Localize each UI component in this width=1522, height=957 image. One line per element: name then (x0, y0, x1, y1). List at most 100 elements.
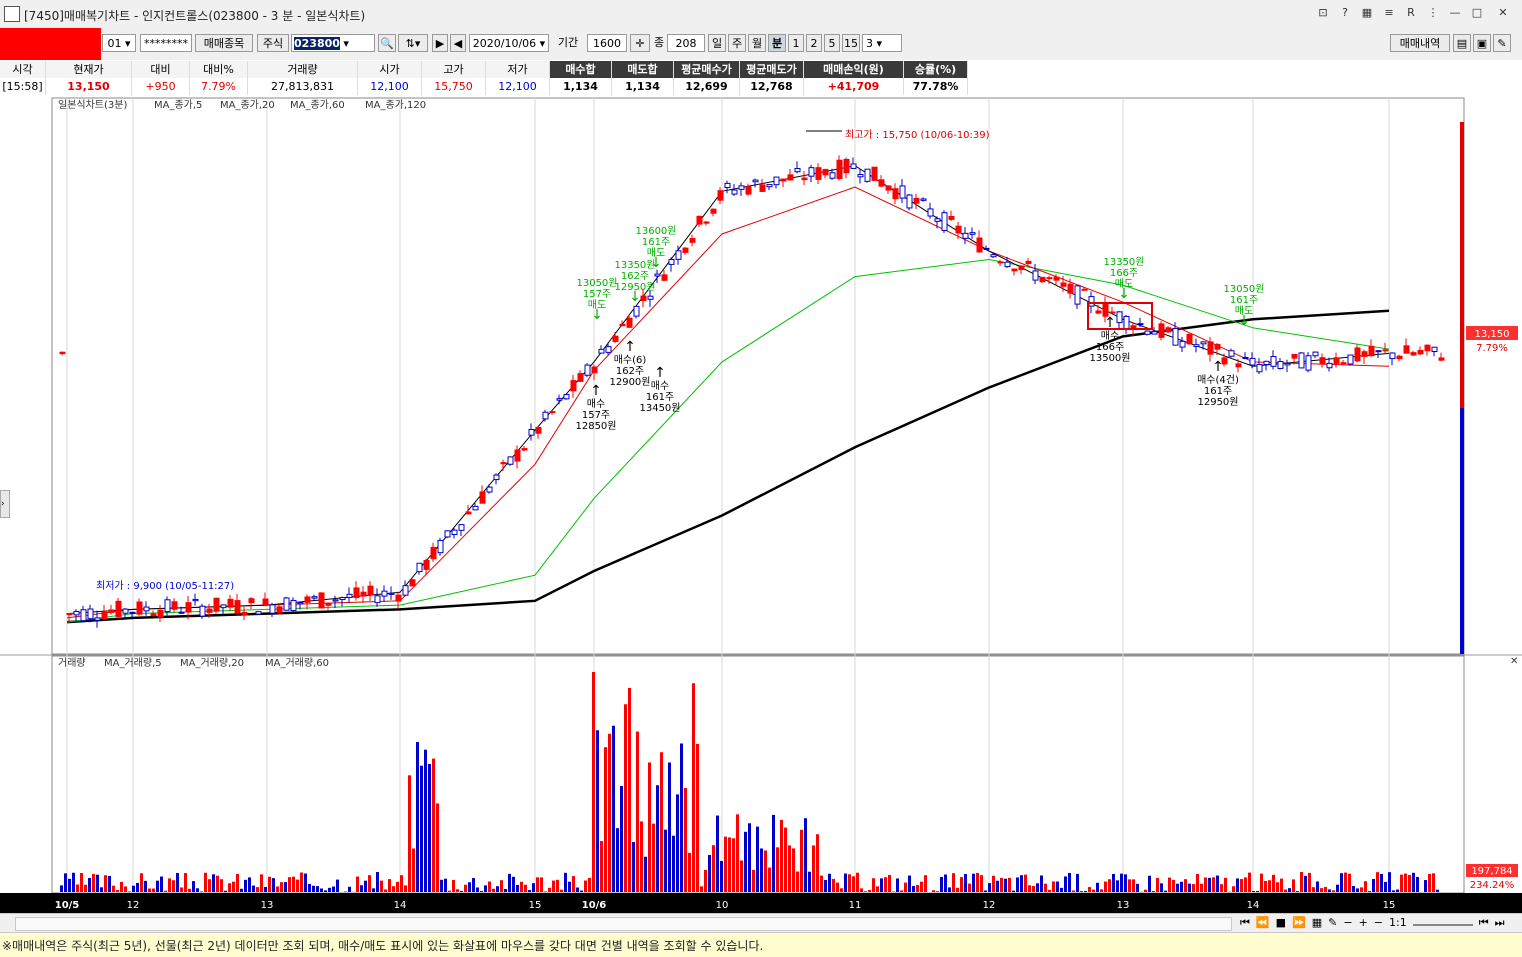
zoom-slider[interactable] (1413, 916, 1473, 926)
trade-symbol-button[interactable]: 매매종목 (195, 34, 253, 52)
zoom-minus-icon[interactable]: − (1374, 916, 1383, 930)
zoom-in-icon[interactable]: + (1359, 916, 1368, 930)
candle-body (844, 159, 849, 172)
candle-body (1425, 345, 1430, 351)
market-type-button[interactable]: 주식 (257, 34, 289, 52)
draw-icon[interactable]: ✎ (1328, 916, 1337, 930)
quote-header-11: 평균매도가 (740, 61, 804, 78)
sell-arrow-icon[interactable]: ↓ (650, 255, 662, 271)
tab-day[interactable]: 일 (708, 34, 726, 52)
volume-bar (664, 830, 667, 892)
stop-icon[interactable]: ■ (1276, 916, 1286, 930)
volume-bar (112, 886, 115, 892)
chart-icon[interactable]: ▦ (1358, 4, 1376, 22)
candle-body (1159, 324, 1164, 337)
volume-bar (1024, 875, 1027, 892)
forward-icon[interactable]: ⏩ (1292, 916, 1306, 930)
sell-arrow-icon[interactable]: ↓ (1238, 313, 1250, 329)
volume-bar (236, 874, 239, 892)
volume-bar (312, 886, 315, 892)
volume-bar (616, 828, 619, 892)
close-icon[interactable]: ✕ (1490, 4, 1516, 22)
volume-bar (140, 873, 143, 892)
chart-scrollbar[interactable]: ⏮ ⏪ ■ ⏩ ▦ ✎ − + − 1:1 ⏮ ⏭ (0, 913, 1522, 933)
crosshair-icon[interactable]: ✛ (630, 34, 650, 52)
period-input[interactable]: 1600 (587, 34, 627, 52)
account-select[interactable]: 01 ▾ (102, 34, 136, 52)
sell-arrow-icon[interactable]: ↓ (591, 307, 603, 323)
tf-15[interactable]: 15 (842, 34, 860, 52)
trade-history-button[interactable]: 매매내역 (1390, 34, 1450, 52)
buy-arrow-icon[interactable]: ↑ (654, 365, 666, 381)
save-icon[interactable]: ▣ (1473, 34, 1491, 52)
candle-body (914, 198, 919, 203)
x-axis-label: 11 (849, 900, 862, 911)
help-icon[interactable]: ? (1336, 4, 1354, 22)
tab-week[interactable]: 주 (728, 34, 746, 52)
grid-icon[interactable]: ▦ (1312, 916, 1322, 930)
volume-bar (1156, 878, 1159, 892)
volume-bar (672, 836, 675, 892)
volume-bar (104, 875, 107, 892)
tf-2[interactable]: 2 (806, 34, 822, 52)
candle-body (935, 219, 940, 222)
rewind-icon[interactable]: ⏪ (1256, 916, 1270, 930)
scroll-track[interactable] (15, 917, 1232, 931)
count-input[interactable]: 208 (667, 34, 705, 52)
date-input[interactable]: 2020/10/06 ▾ (469, 34, 549, 52)
candle-body (1390, 353, 1395, 359)
list-icon[interactable]: ≡ (1380, 4, 1398, 22)
tf-5[interactable]: 5 (824, 34, 840, 52)
sell-arrow-icon[interactable]: ↓ (629, 289, 641, 305)
sort-icon[interactable]: ⇅▾ (398, 34, 428, 52)
candle-body (802, 178, 807, 180)
scale-bar-down (1460, 408, 1464, 654)
candle-body (557, 399, 562, 401)
folder-icon[interactable]: ▤ (1453, 34, 1471, 52)
volume-bar (908, 876, 911, 892)
pin-icon[interactable]: ⊡ (1314, 4, 1332, 22)
refresh-icon[interactable]: R (1402, 4, 1420, 22)
chart-canvas[interactable]: 10/51213141510/6101112131415 13050원157주매… (0, 96, 1522, 913)
next-icon[interactable]: ▶ (432, 34, 448, 52)
volume-bar (604, 747, 607, 892)
candle-body (921, 199, 926, 200)
volume-bar (356, 877, 359, 892)
sell-arrow-icon[interactable]: ↓ (1118, 286, 1130, 302)
first-page-icon[interactable]: ⏮ (1240, 916, 1250, 930)
candle-body (550, 412, 555, 413)
tf-custom-select[interactable]: 3 ▾ (862, 34, 902, 52)
volume-bar (1128, 879, 1131, 892)
scroll-end-icon[interactable]: ⏭ (1495, 916, 1505, 930)
tf-1[interactable]: 1 (788, 34, 804, 52)
tab-month[interactable]: 월 (748, 34, 766, 52)
buy-arrow-icon[interactable]: ↑ (624, 339, 636, 355)
maximize-icon[interactable]: □ (1468, 4, 1486, 22)
volume-bar (384, 889, 387, 892)
buy-arrow-icon[interactable]: ↑ (1212, 359, 1224, 375)
volume-bar (388, 879, 391, 892)
prev-icon[interactable]: ◀ (450, 34, 466, 52)
volume-close-icon[interactable]: ✕ (1510, 656, 1518, 667)
tab-minute[interactable]: 분 (768, 34, 786, 52)
search-icon[interactable]: 🔍 (378, 34, 396, 52)
link-icon[interactable]: ⋮ (1424, 4, 1442, 22)
volume-bar (1100, 889, 1103, 892)
scroll-start-icon[interactable]: ⏮ (1479, 916, 1489, 930)
volume-bar (1428, 874, 1431, 892)
volume-bar (344, 891, 347, 892)
candle-body (109, 610, 114, 612)
minimize-icon[interactable]: — (1446, 4, 1464, 22)
zoom-out-icon[interactable]: − (1343, 916, 1352, 930)
quote-value-3: 7.79% (190, 78, 248, 95)
candle-body (88, 609, 93, 619)
volume-bar (232, 882, 235, 892)
volume-bar (588, 878, 591, 892)
buy-arrow-icon[interactable]: ↑ (590, 383, 602, 399)
code-input[interactable]: 023800 ▾ (291, 34, 375, 52)
settings-icon[interactable]: ✎ (1493, 34, 1511, 52)
volume-bar (1032, 886, 1035, 892)
password-field[interactable]: ******** (140, 34, 192, 52)
panel-toggle-handle[interactable]: › (0, 490, 10, 518)
volume-bar (468, 882, 471, 892)
